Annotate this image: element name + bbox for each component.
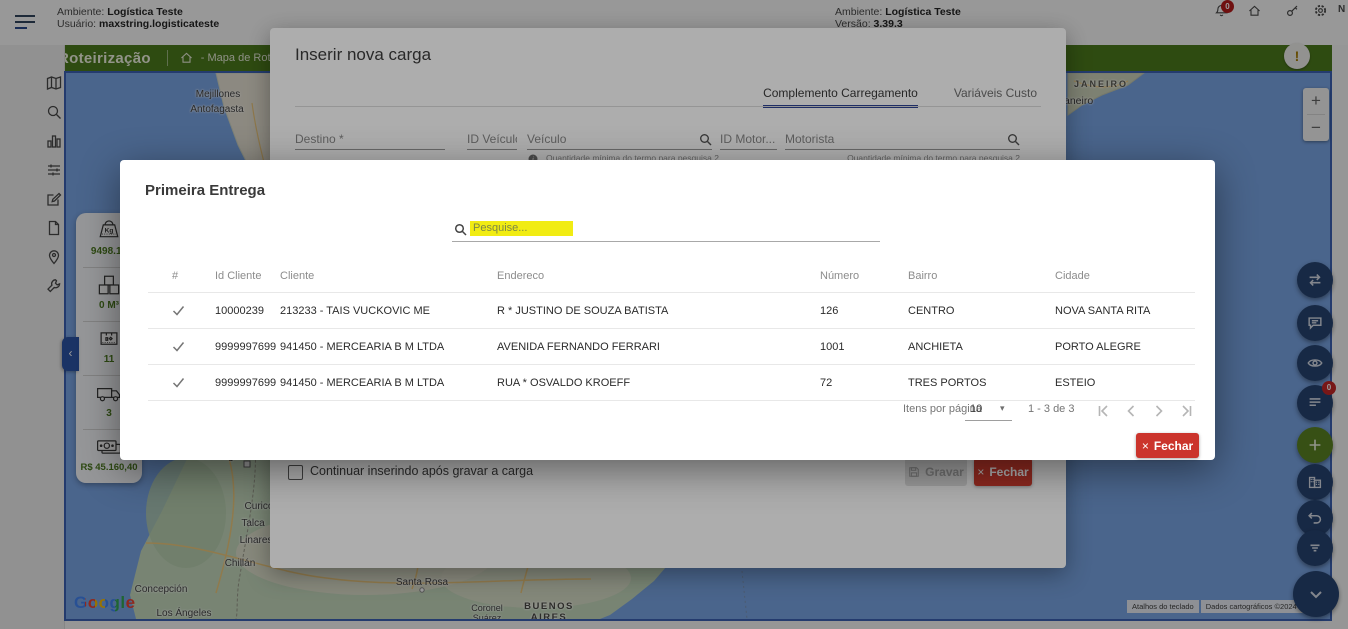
search-underline	[452, 241, 880, 242]
table-row[interactable]: 9999997699 941450 - MERCEARIA B M LTDA A…	[148, 329, 1195, 365]
col-num: #	[148, 270, 215, 282]
col-endereco: Endereco	[497, 270, 820, 282]
fechar-button-primeira-entrega[interactable]: × Fechar	[1136, 433, 1199, 458]
last-page-button[interactable]	[1179, 403, 1195, 419]
search-input[interactable]: Pesquise...	[470, 222, 573, 234]
search-icon	[454, 223, 467, 236]
row-check-icon[interactable]	[148, 305, 215, 316]
col-cliente: Cliente	[280, 270, 497, 282]
col-id-cliente: Id Cliente	[215, 270, 280, 282]
modal-primeira-entrega: Primeira Entrega Pesquise... # Id Client…	[120, 160, 1215, 460]
col-bairro: Bairro	[908, 270, 1055, 282]
row-check-icon[interactable]	[148, 341, 215, 352]
pagination-range: 1 - 3 de 3	[1028, 403, 1074, 415]
app-root: Ambiente: Logística Teste Usuário: maxst…	[0, 0, 1348, 629]
next-page-button[interactable]	[1151, 403, 1167, 419]
per-page-underline	[965, 420, 1012, 421]
table-row[interactable]: 9999997699 941450 - MERCEARIA B M LTDA R…	[148, 365, 1195, 401]
prev-page-button[interactable]	[1123, 403, 1139, 419]
search-placeholder: Pesquise...	[470, 221, 573, 236]
col-numero: Número	[820, 270, 908, 282]
first-page-button[interactable]	[1095, 403, 1111, 419]
row-check-icon[interactable]	[148, 377, 215, 388]
close-icon: ×	[1142, 439, 1149, 453]
items-per-page-select[interactable]: 10	[970, 403, 982, 415]
entregas-table: # Id Cliente Cliente Endereco Número Bai…	[148, 260, 1195, 401]
dropdown-caret-icon[interactable]: ▾	[1000, 403, 1005, 414]
table-row[interactable]: 10000239 213233 - TAIS VUCKOVIC ME R * J…	[148, 293, 1195, 329]
table-header-row: # Id Cliente Cliente Endereco Número Bai…	[148, 260, 1195, 293]
modal-title: Primeira Entrega	[145, 182, 265, 199]
col-cidade: Cidade	[1055, 270, 1195, 282]
